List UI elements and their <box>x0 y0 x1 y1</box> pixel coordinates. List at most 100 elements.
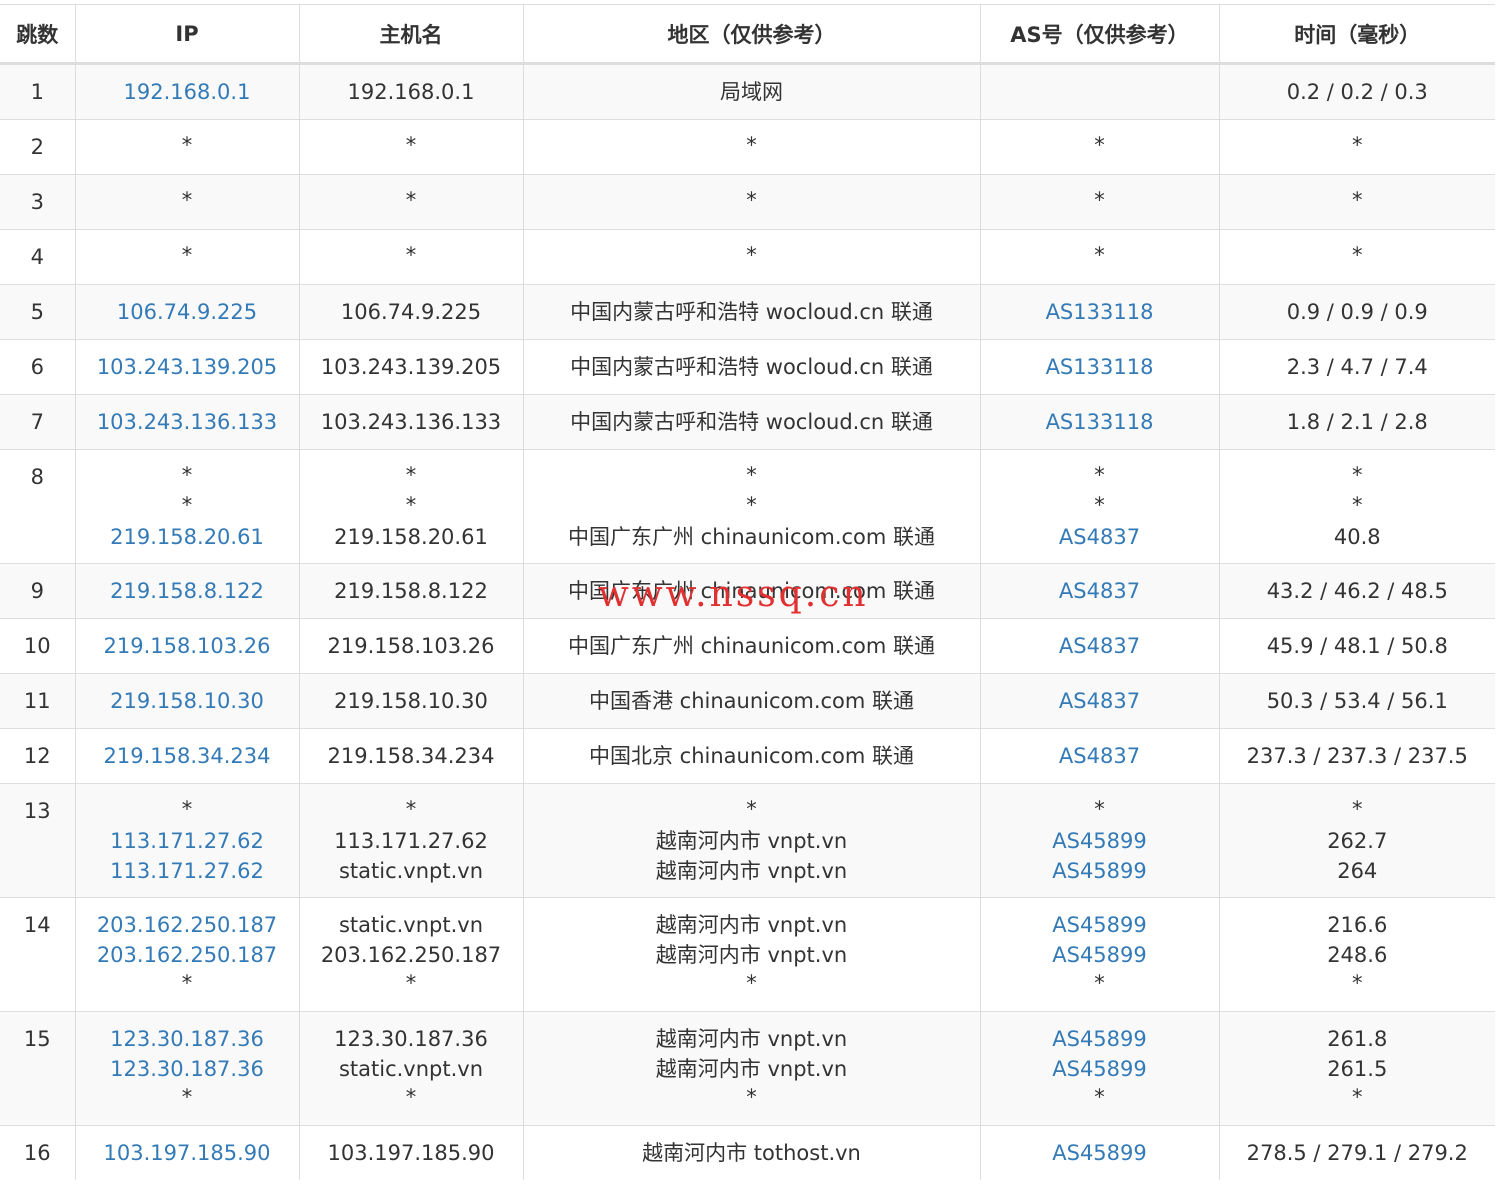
as-cell: * <box>979 174 1219 230</box>
table-row: 3 * * * * * <box>0 174 1495 230</box>
region-cell: 中国内蒙古呼和浩特 wocloud.cn 联通 <box>522 284 980 340</box>
as-link[interactable]: AS45899 <box>981 856 1219 886</box>
region-value: * <box>746 493 757 517</box>
region-value: 中国广东广州 chinaunicom.com 联通 <box>567 634 936 658</box>
as-link[interactable]: AS45899 <box>981 1054 1219 1084</box>
time-value: 278.5 / 279.1 / 279.2 <box>1246 1141 1468 1165</box>
hop-number: 3 <box>30 190 44 214</box>
time-cell: * <box>1218 229 1495 285</box>
region-value: 局域网 <box>720 80 783 104</box>
ip-link[interactable]: 106.74.9.225 <box>76 297 299 327</box>
region-value: 中国香港 chinaunicom.com 联通 <box>588 689 915 713</box>
as-link[interactable]: AS4837 <box>981 522 1219 552</box>
as-link[interactable]: AS4837 <box>981 631 1219 661</box>
ip-link[interactable]: 113.171.27.62 <box>76 826 299 856</box>
host-value: static.vnpt.vn <box>338 1057 484 1081</box>
hostname-cell: * <box>298 119 523 175</box>
hop-cell: 5 <box>0 284 75 340</box>
as-link[interactable]: AS4837 <box>981 741 1219 771</box>
ip-value: * <box>181 493 193 517</box>
time-value: 261.8 <box>1327 1027 1388 1051</box>
ip-cell: 103.243.136.133 <box>74 394 299 450</box>
ip-link[interactable]: 103.197.185.90 <box>76 1138 299 1168</box>
time-value: 1.8 / 2.1 / 2.8 <box>1286 410 1428 434</box>
host-value: 113.171.27.62 <box>334 829 488 853</box>
traceroute-table: 跳数 IP 主机名 地区（仅供参考） AS号（仅供参考） 时间（毫秒） 1 192… <box>0 4 1495 1180</box>
as-link[interactable]: AS45899 <box>981 1024 1219 1054</box>
region-value: 越南河内市 tothost.vn <box>642 1141 861 1165</box>
ip-link[interactable]: 123.30.187.36 <box>76 1024 299 1054</box>
as-link[interactable]: AS45899 <box>981 1138 1219 1168</box>
as-cell: AS45899 <box>979 1125 1219 1180</box>
as-link[interactable]: AS4837 <box>981 686 1219 716</box>
as-link[interactable]: AS4837 <box>981 576 1219 606</box>
ip-cell: 219.158.10.30 <box>74 673 299 729</box>
ip-link[interactable]: 123.30.187.36 <box>76 1054 299 1084</box>
host-value: * <box>405 463 417 487</box>
header-as: AS号（仅供参考） <box>979 4 1219 65</box>
ip-link[interactable]: 203.162.250.187 <box>76 910 299 940</box>
hostname-cell: 192.168.0.1 <box>298 63 523 120</box>
ip-link[interactable]: 219.158.20.61 <box>76 522 299 552</box>
as-cell: * AS45899 AS45899 <box>979 783 1219 898</box>
host-value: 219.158.10.30 <box>334 689 488 713</box>
as-link[interactable]: AS45899 <box>981 940 1219 970</box>
hostname-cell: * * 219.158.20.61 <box>298 449 523 564</box>
hop-number: 12 <box>23 744 51 768</box>
ip-link[interactable]: 103.243.136.133 <box>76 407 299 437</box>
ip-value: * <box>181 188 193 212</box>
table-row: 15 123.30.187.36 123.30.187.36 * 123.30.187.… <box>0 1011 1495 1126</box>
region-value: 越南河内市 vnpt.vn <box>655 913 848 937</box>
region-value: 越南河内市 vnpt.vn <box>655 1057 848 1081</box>
time-cell: 261.8 261.5 * <box>1218 1011 1495 1126</box>
ip-cell: 219.158.8.122 <box>74 563 299 619</box>
hostname-cell: 219.158.34.234 <box>298 728 523 784</box>
time-value: 43.2 / 46.2 / 48.5 <box>1266 579 1448 603</box>
region-cell: * <box>522 174 980 230</box>
hostname-cell: 219.158.103.26 <box>298 618 523 674</box>
table-row: 4 * * * * * <box>0 229 1495 285</box>
as-value: * <box>1094 797 1105 821</box>
time-cell: * 262.7 264 <box>1218 783 1495 898</box>
region-cell: * <box>522 229 980 285</box>
hop-cell: 6 <box>0 339 75 395</box>
time-value: * <box>1352 243 1363 267</box>
as-link[interactable]: AS45899 <box>981 910 1219 940</box>
ip-link[interactable]: 219.158.34.234 <box>76 741 299 771</box>
ip-link[interactable]: 103.243.139.205 <box>76 352 299 382</box>
ip-value: * <box>181 1085 193 1109</box>
ip-cell: * <box>74 119 299 175</box>
hop-cell: 12 <box>0 728 75 784</box>
hop-number: 4 <box>30 245 44 269</box>
region-cell: 中国内蒙古呼和浩特 wocloud.cn 联通 <box>522 339 980 395</box>
as-link <box>981 77 1219 107</box>
ip-value: * <box>181 463 193 487</box>
as-link[interactable]: AS133118 <box>981 297 1219 327</box>
hostname-cell: 103.243.136.133 <box>298 394 523 450</box>
host-value: 219.158.20.61 <box>334 525 488 549</box>
table-header-row: 跳数 IP 主机名 地区（仅供参考） AS号（仅供参考） 时间（毫秒） <box>0 4 1495 65</box>
as-link[interactable]: AS133118 <box>981 352 1219 382</box>
ip-link[interactable]: 219.158.103.26 <box>76 631 299 661</box>
hop-number: 8 <box>30 465 44 489</box>
ip-link[interactable]: 192.168.0.1 <box>76 77 299 107</box>
ip-cell: 192.168.0.1 <box>74 63 299 120</box>
time-cell: 2.3 / 4.7 / 7.4 <box>1218 339 1495 395</box>
as-cell: AS4837 <box>979 618 1219 674</box>
region-value: 中国北京 chinaunicom.com 联通 <box>588 744 915 768</box>
as-link[interactable]: AS133118 <box>981 407 1219 437</box>
region-value: 中国内蒙古呼和浩特 wocloud.cn 联通 <box>570 410 933 434</box>
ip-link[interactable]: 203.162.250.187 <box>76 940 299 970</box>
as-cell: AS133118 <box>979 339 1219 395</box>
hostname-cell: 219.158.10.30 <box>298 673 523 729</box>
time-value: * <box>1352 133 1363 157</box>
header-time: 时间（毫秒） <box>1218 4 1495 65</box>
ip-link[interactable]: 113.171.27.62 <box>76 856 299 886</box>
time-value: 216.6 <box>1327 913 1388 937</box>
ip-link[interactable]: 219.158.8.122 <box>76 576 299 606</box>
region-value: * <box>746 971 757 995</box>
as-link[interactable]: AS45899 <box>981 826 1219 856</box>
ip-link[interactable]: 219.158.10.30 <box>76 686 299 716</box>
host-value: 123.30.187.36 <box>334 1027 488 1051</box>
time-value: 237.3 / 237.3 / 237.5 <box>1246 744 1468 768</box>
